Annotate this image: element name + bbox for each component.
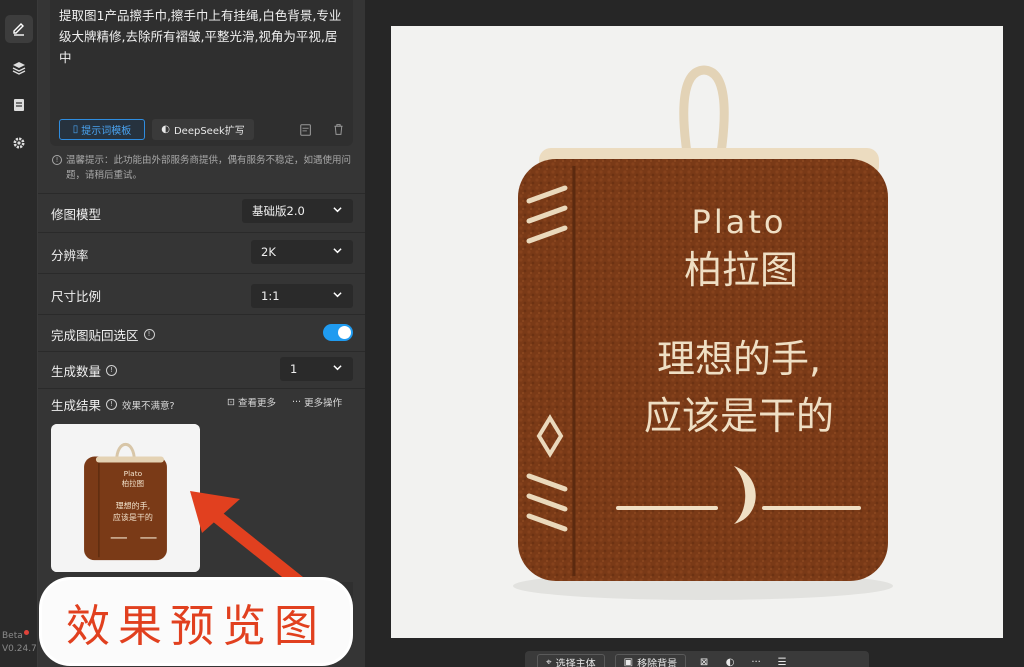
tool-rail: Beta V0.24.7 [0, 0, 38, 667]
document-icon[interactable] [5, 91, 33, 119]
contrast-icon[interactable]: ◐ [722, 655, 738, 667]
image-icon: ▣ [623, 656, 634, 667]
resolution-label: 分辨率 [51, 248, 89, 263]
preview-toolbar: ⌖ 选择主体 ▣ 移除背景 ⊠ ◐ ··· ☰ [525, 651, 869, 667]
trash-icon[interactable] [330, 121, 346, 138]
towel-en-text: Plato [692, 203, 787, 241]
preview-canvas[interactable]: Plato 柏拉图 理想的手, 应该是干的 [391, 26, 1003, 638]
layers-icon[interactable] [5, 54, 33, 82]
towel-product-image: Plato 柏拉图 理想的手, 应该是干的 [391, 26, 1003, 638]
info-icon: ! [143, 329, 155, 340]
model-select[interactable]: 基础版2.0 [242, 199, 353, 223]
chevron-down-icon [333, 365, 342, 371]
gear-icon[interactable] [5, 129, 33, 157]
prompt-template-button[interactable]: ▯ 提示词模板 [59, 119, 145, 140]
model-label: 修图模型 [51, 207, 102, 222]
adjust-icon[interactable]: ☰ [774, 655, 790, 667]
result-thumbnail[interactable]: Plato 柏拉图 理想的手, 应该是干的 [51, 424, 200, 572]
chevron-down-icon [333, 292, 342, 298]
paste-back-row: 完成图贴回选区! [38, 314, 365, 350]
count-label: 生成数量! [51, 361, 118, 380]
more-actions-link[interactable]: ··· 更多操作 [292, 395, 342, 410]
count-row: 生成数量! 1 [38, 351, 365, 387]
edit-icon[interactable] [5, 15, 33, 43]
ellipsis-icon: ··· [292, 396, 302, 408]
prompt-text[interactable]: 提取图1产品擦手巾,擦手巾上有挂绳,白色背景,专业级大牌精修,去除所有褶皱,平整… [59, 5, 349, 68]
svg-text:理想的手,: 理想的手, [116, 500, 150, 510]
info-icon: ! [106, 399, 118, 410]
svg-text:柏拉图: 柏拉图 [122, 479, 144, 488]
svg-text:应该是干的: 应该是干的 [113, 512, 153, 522]
info-icon: ! [52, 155, 62, 165]
count-select[interactable]: 1 [280, 357, 353, 381]
preview-area: Plato 柏拉图 理想的手, 应该是干的 ⌖ 选择主体 ▣ 移除背景 ⊠ ◐ ··… [365, 0, 1024, 667]
towel-cn-title: 柏拉图 [684, 248, 798, 292]
ratio-select[interactable]: 1:1 [251, 284, 353, 308]
ratio-row: 尺寸比例 1:1 [38, 273, 365, 313]
view-more-icon: ⊡ [227, 396, 235, 408]
whale-icon: ◐ [161, 124, 170, 135]
annotation-caption: 效果预览图 [42, 580, 350, 663]
towel-line1: 理想的手, [657, 337, 821, 381]
pin-icon: ⌖ [546, 656, 552, 667]
deepseek-expand-button[interactable]: ◐ DeepSeek扩写 [152, 119, 254, 140]
view-more-link[interactable]: ⊡ 查看更多 [227, 395, 276, 410]
more-icon[interactable]: ··· [748, 655, 764, 667]
resolution-select[interactable]: 2K [251, 240, 353, 264]
resolution-row: 分辨率 2K [38, 232, 365, 272]
model-row: 修图模型 基础版2.0 [38, 193, 365, 231]
chevron-down-icon [333, 207, 342, 213]
prompt-input[interactable]: 提取图1产品擦手巾,擦手巾上有挂绳,白色背景,专业级大牌精修,去除所有褶皱,平整… [50, 0, 353, 146]
annotation-arrow [190, 491, 307, 590]
select-subject-button[interactable]: ⌖ 选择主体 [537, 653, 605, 667]
version-label: Beta V0.24.7 [2, 630, 37, 654]
paste-back-label: 完成图贴回选区! [51, 325, 155, 344]
crop-icon[interactable]: ⊠ [696, 655, 712, 667]
not-satisfied-link[interactable]: 效果不满意? [122, 398, 175, 412]
history-icon[interactable] [298, 121, 314, 138]
paste-back-toggle[interactable] [323, 324, 353, 341]
info-icon: ! [106, 365, 118, 376]
result-label: 生成结果 ! 效果不满意? [51, 398, 175, 413]
remove-background-button[interactable]: ▣ 移除背景 [614, 653, 687, 667]
chevron-down-icon [333, 248, 342, 254]
towel-line2: 应该是干的 [644, 394, 834, 438]
towel-thumbnail-image: Plato 柏拉图 理想的手, 应该是干的 [51, 424, 200, 572]
book-icon: ▯ [72, 124, 79, 135]
ratio-label: 尺寸比例 [51, 289, 102, 304]
service-tip: ! 温馨提示：此功能由外部服务商提供，偶有服务不稳定，如遇使用问题，请稍后重试。 [52, 153, 352, 183]
svg-text:Plato: Plato [124, 469, 143, 478]
